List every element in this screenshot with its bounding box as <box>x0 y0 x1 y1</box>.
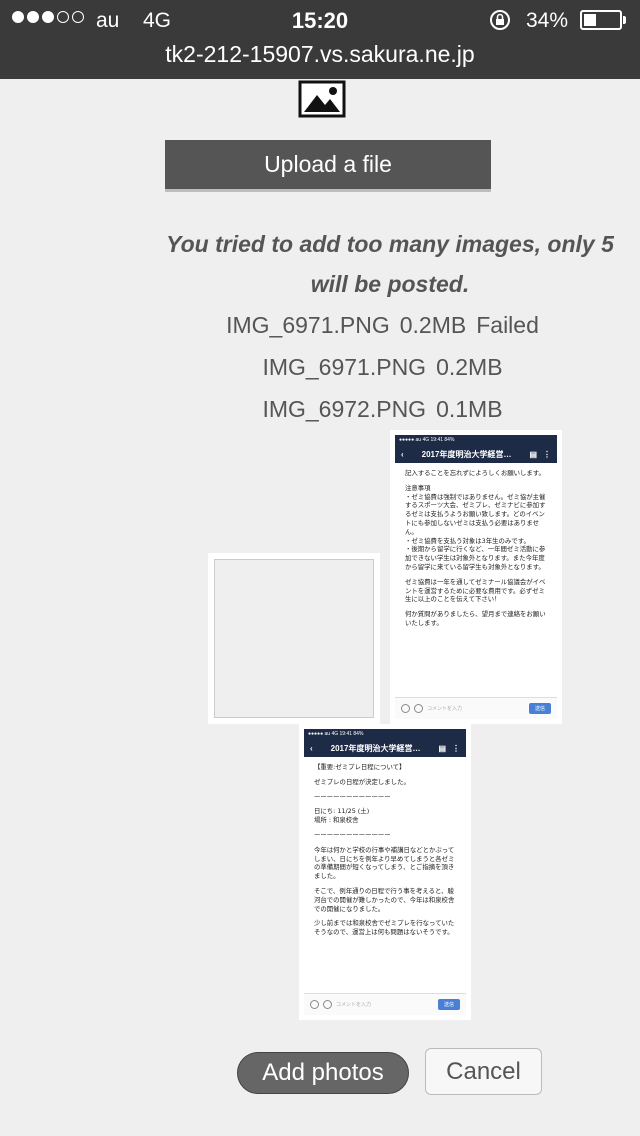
more-icon: ⋮ <box>543 449 551 459</box>
back-icon: ‹ <box>310 743 313 753</box>
screenshot-thumbnail[interactable]: ●●●●● au 4G 19:41 84% ‹ 2017年度明治大学経営… ▤ … <box>390 430 562 724</box>
file-size: 0.2MB <box>436 354 503 380</box>
thumbnail-status-bar: ●●●●● au 4G 19:41 84% <box>395 435 557 445</box>
thumbnail-message: 【重要:ゼミプレ日程について】 ゼミプレの日程が決定しました。 ーーーーーーーー… <box>304 757 466 949</box>
thumbnail-comment-bar: コメントを入力 送信 <box>304 993 466 1015</box>
camera-icon <box>310 1000 319 1009</box>
file-name: IMG_6972.PNG <box>262 396 427 422</box>
file-row: IMG_6971.PNG 0.2MB <box>140 354 625 381</box>
file-name: IMG_6971.PNG <box>226 312 390 338</box>
file-row: IMG_6972.PNG 0.1MB <box>140 396 625 423</box>
thumbnail-title: 2017年度明治大学経営… <box>330 743 421 753</box>
message-paragraph: そこで、例年通りの日程で行う事を考えると、駿河台での開催が難しかったので、今年は… <box>314 886 455 913</box>
emoji-icon <box>323 1000 332 1009</box>
battery-icon <box>580 10 622 30</box>
status-bar: au 4G 15:20 34% <box>0 0 640 40</box>
thumbnail-header: ‹ 2017年度明治大学経営… ▤ ⋮ <box>304 739 466 757</box>
message-paragraph: ーーーーーーーーーーーー <box>314 830 391 839</box>
message-paragraph: 今年は何かと学校の行事や補講日などとかぶってしまい、日にちを例年より早めてしまう… <box>314 845 455 881</box>
thumbnail-title: 2017年度明治大学経営… <box>421 449 512 459</box>
message-paragraph: ゼミ協費は一年を通してゼミナール協議会がイベントを運営するために必要な費用です。… <box>405 577 546 604</box>
file-size: 0.1MB <box>436 396 503 422</box>
message-paragraph: 注意事項 ・ゼミ協費は強制ではありません。ゼミ協が主催するスポーツ大会、ゼミプレ… <box>405 483 546 571</box>
send-label: 送信 <box>528 703 551 714</box>
file-size: 0.2MB <box>399 312 467 338</box>
add-photos-button[interactable]: Add photos <box>237 1052 409 1094</box>
battery-tip <box>623 16 626 24</box>
thumbnail-message: 記入することを忘れずによろしくお願いします。 注意事項 ・ゼミ協費は強制ではあり… <box>395 463 557 640</box>
too-many-images-warning: You tried to add too many images, only 5… <box>166 231 614 297</box>
cancel-button[interactable]: Cancel <box>425 1048 542 1095</box>
rotation-lock-icon <box>490 10 510 30</box>
message-paragraph: 少し前までは和泉校舎でゼミプレを行なっていたそうなので、運営上は何も問題はないそ… <box>314 919 455 937</box>
message-paragraph: ゼミプレの日程が決定しました。 <box>314 777 410 786</box>
thumbnail-status-bar: ●●●●● au 4G 19:41 84% <box>304 729 466 739</box>
message-paragraph: 何か質問がありましたら、望月まで連絡をお願いいたします。 <box>405 610 546 627</box>
screenshot-thumbnail[interactable]: ●●●●● au 4G 19:41 84% ‹ 2017年度明治大学経営… ▤ … <box>299 724 471 1020</box>
back-icon: ‹ <box>401 449 404 459</box>
image-icon <box>298 80 346 118</box>
battery-level-fill <box>584 14 596 26</box>
message-paragraph: 記入することを忘れずによろしくお願いします。 <box>405 469 545 477</box>
browser-top-bar: au 4G 15:20 34% tk2-212-15907.vs.sakura.… <box>0 0 640 79</box>
message-paragraph: 日にち: 11/25 (土) 場所 : 和泉校舎 <box>314 807 370 825</box>
message-paragraph: ーーーーーーーーーーーー <box>314 792 391 801</box>
thumbnail-screen: ●●●●● au 4G 19:41 84% ‹ 2017年度明治大学経営… ▤ … <box>395 435 557 719</box>
thumbnail-comment-bar: コメントを入力 送信 <box>395 697 557 719</box>
send-label: 送信 <box>437 999 460 1010</box>
upload-file-button[interactable]: Upload a file <box>165 140 491 192</box>
file-status: Failed <box>476 312 539 338</box>
comment-placeholder: コメントを入力 <box>427 706 463 712</box>
message-paragraph: 【重要:ゼミプレ日程について】 <box>314 763 406 771</box>
url-bar[interactable]: tk2-212-15907.vs.sakura.ne.jp <box>0 41 640 68</box>
camera-icon <box>401 704 410 713</box>
comment-placeholder: コメントを入力 <box>336 1002 372 1008</box>
notes-icon: ▤ <box>438 743 446 753</box>
thumbnail-screen: ●●●●● au 4G 19:41 84% ‹ 2017年度明治大学経営… ▤ … <box>304 729 466 1015</box>
more-icon: ⋮ <box>452 743 460 753</box>
thumbnail-header: ‹ 2017年度明治大学経営… ▤ ⋮ <box>395 445 557 463</box>
thumbnail-placeholder <box>214 559 374 718</box>
battery-percent: 34% <box>526 9 569 32</box>
emoji-icon <box>414 704 423 713</box>
blank-image-thumbnail[interactable] <box>208 553 380 724</box>
file-row: IMG_6971.PNG 0.2MB Failed <box>140 312 625 339</box>
file-name: IMG_6971.PNG <box>262 354 427 380</box>
notes-icon: ▤ <box>529 449 537 459</box>
